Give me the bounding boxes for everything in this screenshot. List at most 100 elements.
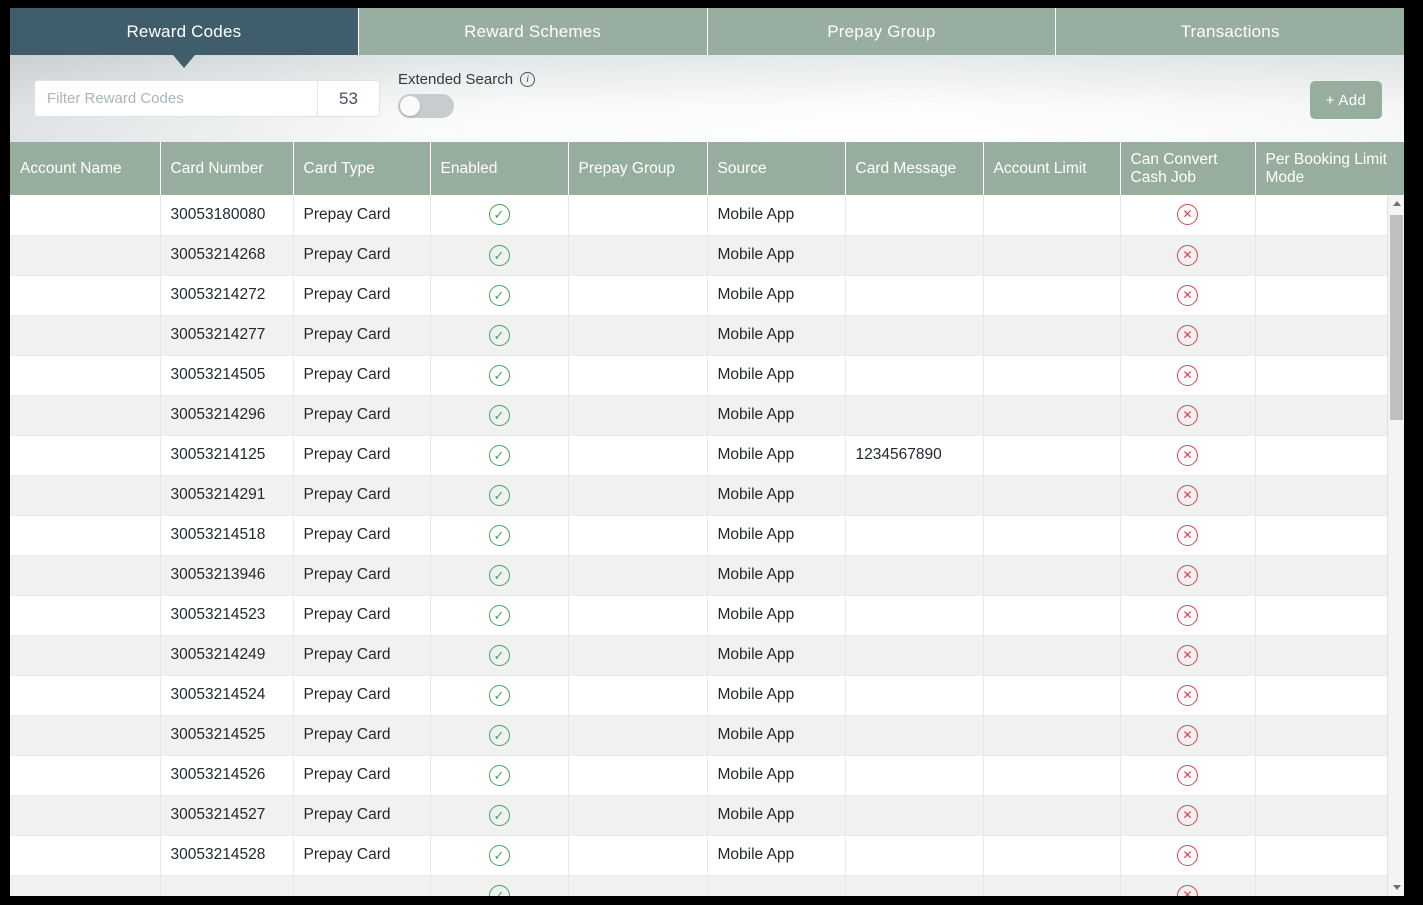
cross-circle-icon: ✕ bbox=[1177, 564, 1198, 586]
cell-enabled: ✓ bbox=[430, 875, 569, 896]
active-tab-pointer bbox=[173, 55, 195, 68]
cell-source: Mobile App bbox=[707, 475, 846, 516]
column-header-account-name[interactable]: Account Name bbox=[10, 142, 161, 195]
cell-can-convert-cash-job: ✕ bbox=[1120, 555, 1256, 596]
cell-can-convert-cash-job: ✕ bbox=[1120, 475, 1256, 516]
cell-card-message bbox=[845, 275, 984, 316]
column-header-card-message[interactable]: Card Message bbox=[845, 142, 984, 195]
table-row[interactable]: 30053214528 Prepay Card ✓ Mobile App ✕ bbox=[10, 835, 1404, 876]
add-button[interactable]: + Add bbox=[1309, 81, 1382, 119]
cell-per-booking-limit-mode bbox=[1255, 635, 1404, 676]
cell-card-message bbox=[845, 355, 984, 396]
cell-can-convert-cash-job: ✕ bbox=[1120, 675, 1256, 716]
cell-card-type: Prepay Card bbox=[293, 355, 431, 396]
cell-card-message bbox=[845, 675, 984, 716]
table-row[interactable]: 30053214505 Prepay Card ✓ Mobile App ✕ bbox=[10, 355, 1404, 396]
table-row[interactable]: 30053214125 Prepay Card ✓ Mobile App 1234567… bbox=[10, 435, 1404, 476]
cell-source: Mobile App bbox=[707, 395, 846, 436]
cell-account-limit bbox=[983, 515, 1121, 556]
filter-reward-codes-input[interactable] bbox=[35, 81, 317, 116]
extended-search-toggle[interactable] bbox=[398, 94, 454, 118]
cell-card-type: Prepay Card bbox=[293, 275, 431, 316]
cell-prepay-group bbox=[568, 555, 708, 596]
column-header-can-convert-cash-job[interactable]: Can Convert Cash Job bbox=[1120, 142, 1256, 195]
cell-can-convert-cash-job: ✕ bbox=[1120, 355, 1256, 396]
cell-account-limit bbox=[983, 755, 1121, 796]
column-header-per-booking-limit-mode[interactable]: Per Booking Limit Mode bbox=[1255, 142, 1404, 195]
cell-card-message bbox=[845, 475, 984, 516]
scrollbar-thumb[interactable] bbox=[1390, 215, 1403, 420]
cell-can-convert-cash-job: ✕ bbox=[1120, 275, 1256, 316]
cell-can-convert-cash-job: ✕ bbox=[1120, 435, 1256, 476]
cell-account-name bbox=[10, 715, 161, 756]
column-header-prepay-group[interactable]: Prepay Group bbox=[568, 142, 708, 195]
cell-card-number: 30053214249 bbox=[160, 635, 294, 676]
cell-per-booking-limit-mode bbox=[1255, 275, 1404, 316]
table-row[interactable]: 30053214272 Prepay Card ✓ Mobile App ✕ bbox=[10, 275, 1404, 316]
cell-prepay-group bbox=[568, 195, 708, 236]
cell-card-number: 30053214291 bbox=[160, 475, 294, 516]
cross-circle-icon: ✕ bbox=[1177, 764, 1198, 786]
table-row[interactable]: 30053214277 Prepay Card ✓ Mobile App ✕ bbox=[10, 315, 1404, 356]
cell-account-name bbox=[10, 475, 161, 516]
tab-prepay-group[interactable]: Prepay Group bbox=[706, 8, 1056, 55]
cell-can-convert-cash-job: ✕ bbox=[1120, 635, 1256, 676]
table-row[interactable]: 30053214525 Prepay Card ✓ Mobile App ✕ bbox=[10, 715, 1404, 756]
cell-per-booking-limit-mode bbox=[1255, 875, 1404, 896]
table-row[interactable]: 30053214268 Prepay Card ✓ Mobile App ✕ bbox=[10, 235, 1404, 276]
table-row[interactable]: 30053214523 Prepay Card ✓ Mobile App ✕ bbox=[10, 595, 1404, 636]
cell-account-name bbox=[10, 555, 161, 596]
table-row[interactable]: 30053214527 Prepay Card ✓ Mobile App ✕ bbox=[10, 795, 1404, 836]
cell-can-convert-cash-job: ✕ bbox=[1120, 315, 1256, 356]
cell-card-number: 30053214526 bbox=[160, 755, 294, 796]
column-header-card-number[interactable]: Card Number bbox=[160, 142, 294, 195]
info-icon[interactable]: i bbox=[520, 72, 536, 87]
cell-per-booking-limit-mode bbox=[1255, 515, 1404, 556]
cell-can-convert-cash-job: ✕ bbox=[1120, 795, 1256, 836]
cell-card-type: Prepay Card bbox=[293, 315, 431, 356]
tab-reward-schemes[interactable]: Reward Schemes bbox=[357, 8, 707, 55]
column-header-source[interactable]: Source bbox=[707, 142, 846, 195]
table-row[interactable]: 30053214291 Prepay Card ✓ Mobile App ✕ bbox=[10, 475, 1404, 516]
scroll-up-arrow-icon[interactable] bbox=[1388, 195, 1404, 212]
cell-prepay-group bbox=[568, 835, 708, 876]
cell-enabled: ✓ bbox=[430, 675, 569, 716]
column-header-account-limit[interactable]: Account Limit bbox=[983, 142, 1121, 195]
table-row[interactable]: 30053180080 Prepay Card ✓ Mobile App ✕ bbox=[10, 195, 1404, 236]
table-row[interactable]: 30053214524 Prepay Card ✓ Mobile App ✕ bbox=[10, 675, 1404, 716]
table-row[interactable]: 30053214526 Prepay Card ✓ Mobile App ✕ bbox=[10, 755, 1404, 796]
check-circle-icon: ✓ bbox=[488, 524, 510, 546]
column-header-enabled[interactable]: Enabled bbox=[430, 142, 569, 195]
cell-per-booking-limit-mode bbox=[1255, 555, 1404, 596]
table-row[interactable]: 30053214249 Prepay Card ✓ Mobile App ✕ bbox=[10, 635, 1404, 676]
extended-search-group: Extended Search i bbox=[398, 71, 536, 118]
scroll-down-arrow-icon[interactable] bbox=[1388, 879, 1404, 896]
filter-group: 53 bbox=[34, 80, 380, 117]
table-row[interactable]: 30053214296 Prepay Card ✓ Mobile App ✕ bbox=[10, 395, 1404, 436]
cell-card-message bbox=[845, 755, 984, 796]
cell-card-type: Prepay Card bbox=[293, 835, 431, 876]
cell-card-type: Prepay Card bbox=[293, 595, 431, 636]
cell-account-limit bbox=[983, 395, 1121, 436]
tab-transactions[interactable]: Transactions bbox=[1055, 8, 1404, 55]
table-row[interactable]: ✓ ✕ bbox=[10, 875, 1404, 896]
cell-card-message bbox=[845, 835, 984, 876]
cell-card-number: 30053214125 bbox=[160, 435, 294, 476]
cell-enabled: ✓ bbox=[430, 555, 569, 596]
cell-account-limit bbox=[983, 315, 1121, 356]
cell-can-convert-cash-job: ✕ bbox=[1120, 715, 1256, 756]
vertical-scrollbar[interactable] bbox=[1387, 195, 1404, 896]
cell-card-message bbox=[845, 795, 984, 836]
tab-reward-codes[interactable]: Reward Codes bbox=[10, 8, 358, 55]
cell-card-number: 30053214523 bbox=[160, 595, 294, 636]
cell-account-name bbox=[10, 195, 161, 236]
cell-source: Mobile App bbox=[707, 595, 846, 636]
table-row[interactable]: 30053213946 Prepay Card ✓ Mobile App ✕ bbox=[10, 555, 1404, 596]
cell-card-number: 30053213946 bbox=[160, 555, 294, 596]
cell-card-type: Prepay Card bbox=[293, 555, 431, 596]
column-header-card-type[interactable]: Card Type bbox=[293, 142, 431, 195]
cell-prepay-group bbox=[568, 675, 708, 716]
cell-card-type: Prepay Card bbox=[293, 755, 431, 796]
cell-source: Mobile App bbox=[707, 715, 846, 756]
table-row[interactable]: 30053214518 Prepay Card ✓ Mobile App ✕ bbox=[10, 515, 1404, 556]
